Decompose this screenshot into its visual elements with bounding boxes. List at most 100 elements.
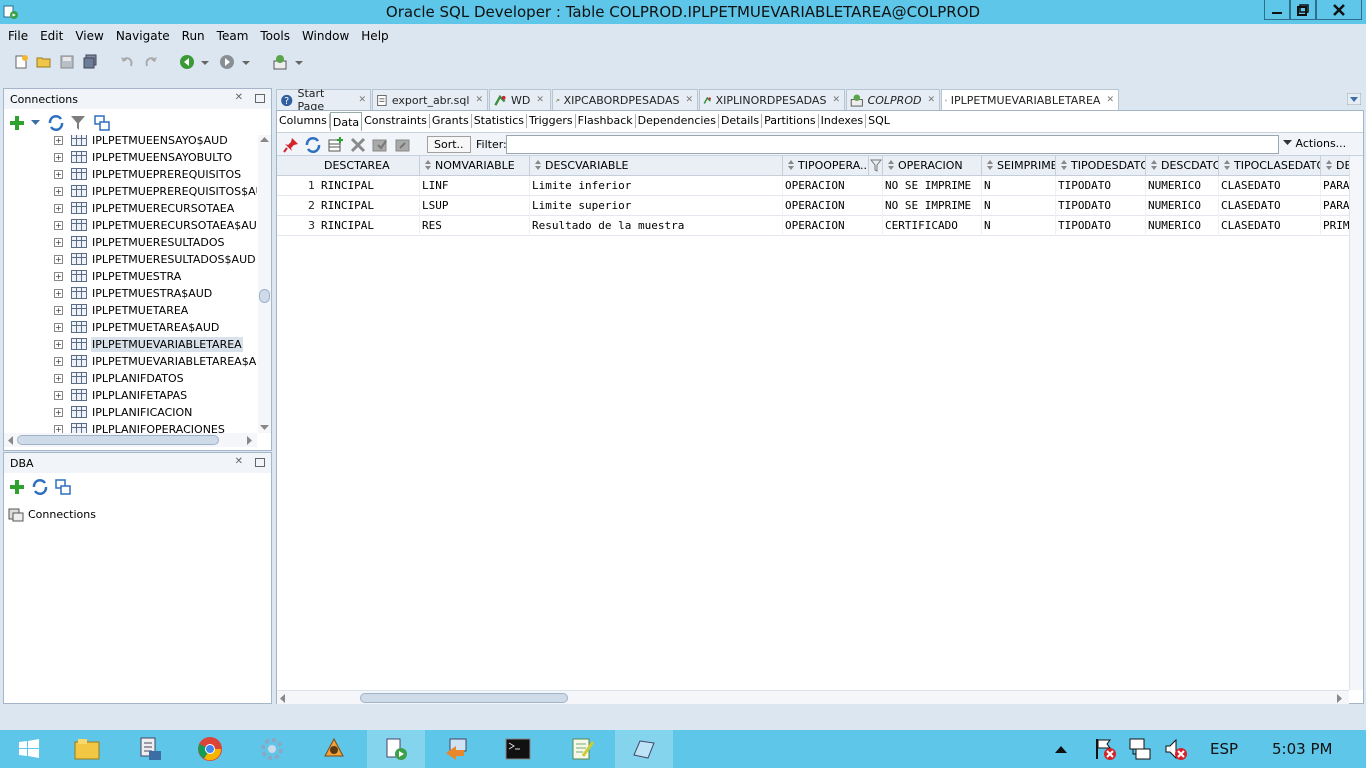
minimize-panel-icon[interactable] [255, 94, 265, 103]
column-header[interactable]: TIPOOPERA... [783, 156, 869, 176]
taskbar-chrome[interactable] [181, 730, 239, 768]
table-cell[interactable]: Limite superior [530, 196, 783, 216]
grid-horizontal-scrollbar[interactable] [277, 690, 1349, 704]
subtab-columns[interactable]: Columns [277, 114, 330, 128]
menu-team[interactable]: Team [212, 29, 254, 43]
forward-dropdown-icon[interactable] [241, 54, 251, 70]
table-cell[interactable]: PARA [1321, 196, 1349, 216]
table-cell[interactable]: CERTIFICADO [883, 216, 982, 236]
expand-node-icon[interactable]: + [54, 374, 63, 383]
taskbar-toad[interactable] [305, 730, 363, 768]
grid-hscroll-thumb[interactable] [360, 693, 568, 703]
table-cell[interactable]: NO SE IMPRIME [883, 196, 982, 216]
dba-connections-node[interactable]: Connections [8, 505, 96, 523]
tree-hscroll-thumb[interactable] [17, 435, 219, 445]
taskbar-notepad-editor[interactable] [553, 730, 611, 768]
subtab-statistics[interactable]: Statistics [472, 114, 527, 128]
undo-icon[interactable] [119, 54, 135, 70]
tree-item[interactable]: + IPLPLANIFOPERACIONES [4, 421, 257, 433]
column-header[interactable]: SEIMPRIME [982, 156, 1056, 176]
forward-icon[interactable] [219, 54, 235, 70]
table-cell[interactable]: Limite inferior [530, 176, 783, 196]
tree-item[interactable]: + IPLPLANIFICACION [4, 404, 257, 421]
tab-export-abr-sql[interactable]: export_abr.sql ✕ [372, 89, 488, 110]
new-icon[interactable] [13, 54, 29, 70]
save-icon[interactable] [59, 54, 75, 70]
back-dropdown-icon[interactable] [200, 54, 210, 70]
table-cell[interactable]: NUMERICO [1146, 216, 1219, 236]
show-hidden-icons-chevron-icon[interactable] [1055, 745, 1067, 753]
expand-node-icon[interactable]: + [54, 357, 63, 366]
tree-item[interactable]: + IPLPETMUESTRA [4, 268, 257, 285]
tab-iplpetmuevariabletarea[interactable]: IPLPETMUEVARIABLETAREA ✕ [941, 89, 1119, 110]
table-cell[interactable]: RES [420, 216, 530, 236]
close-tab-icon[interactable]: ✕ [358, 95, 366, 105]
column-filter-icon[interactable] [869, 156, 883, 176]
tree-item[interactable]: + IPLPETMUETAREA [4, 302, 257, 319]
table-cell[interactable]: PRIM [1321, 216, 1349, 236]
tree-item[interactable]: + IPLPETMUEPREREQUISITOS$AUD [4, 183, 257, 200]
table-row[interactable]: 3 RINCIPAL RES Resultado de la muestra O… [277, 216, 1349, 236]
tree-item[interactable]: + IPLPETMUEVARIABLETAREA$AUD [4, 353, 257, 370]
expand-node-icon[interactable]: + [54, 289, 63, 298]
tree-item[interactable]: + IPLPETMUERECURSOTAEA [4, 200, 257, 217]
table-row[interactable]: 2 RINCIPAL LSUP Limite superior OPERACIO… [277, 196, 1349, 216]
table-cell[interactable]: NO SE IMPRIME [883, 176, 982, 196]
table-cell[interactable]: CLASEDATO [1219, 196, 1321, 216]
tree-item[interactable]: + IPLPETMUEENSAYOBULTO [4, 149, 257, 166]
subtab-constraints[interactable]: Constraints [362, 114, 430, 128]
close-tab-icon[interactable]: ✕ [536, 95, 544, 105]
column-header[interactable]: OPERACION [883, 156, 982, 176]
scroll-up-icon[interactable] [260, 136, 269, 142]
save-all-icon[interactable] [82, 54, 98, 70]
expand-node-icon[interactable]: + [54, 425, 63, 433]
scroll-right-icon[interactable] [1337, 694, 1343, 703]
close-tab-icon[interactable]: ✕ [927, 95, 935, 105]
tree-item[interactable]: + IPLPETMUESTRA$AUD [4, 285, 257, 302]
table-cell[interactable]: N [982, 196, 1056, 216]
expand-node-icon[interactable]: + [54, 170, 63, 179]
table-cell[interactable]: N [982, 176, 1056, 196]
tab-list-dropdown-icon[interactable] [1347, 93, 1361, 105]
actions-button[interactable]: Actions... [1283, 137, 1346, 150]
tree-vscroll-thumb[interactable] [259, 289, 270, 303]
expand-node-icon[interactable]: + [54, 136, 63, 145]
expand-node-icon[interactable]: + [54, 391, 63, 400]
menu-window[interactable]: Window [297, 29, 354, 43]
table-row[interactable]: 1 RINCIPAL LINF Limite inferior OPERACIO… [277, 176, 1349, 196]
tab-xipcabordpesadas[interactable]: XIPCABORDPESADAS ✕ [552, 89, 698, 110]
menu-file[interactable]: File [3, 29, 33, 43]
tree-item[interactable]: + IPLPETMUEVARIABLETAREA [4, 336, 257, 353]
column-header[interactable]: DE [1321, 156, 1349, 176]
subtab-indexes[interactable]: Indexes [819, 114, 867, 128]
action-center-flag-icon[interactable] [1093, 737, 1117, 761]
taskbar-command-prompt[interactable] [489, 730, 547, 768]
subtab-sql[interactable]: SQL [866, 114, 892, 128]
taskbar-remote-desktop[interactable] [428, 730, 486, 768]
tab-xiplinordpesadas[interactable]: XIPLINORDPESADAS ✕ [699, 89, 845, 110]
expand-node-icon[interactable]: + [54, 272, 63, 281]
menu-navigate[interactable]: Navigate [111, 29, 175, 43]
subtab-partitions[interactable]: Partitions [762, 114, 819, 128]
clock[interactable]: 5:03 PM [1272, 740, 1332, 758]
column-header[interactable]: TIPOCLASEDATO [1219, 156, 1321, 176]
menu-run[interactable]: Run [177, 29, 210, 43]
close-panel-icon[interactable]: ✕ [235, 92, 243, 103]
table-cell[interactable]: OPERACION [783, 216, 883, 236]
expand-node-icon[interactable]: + [54, 255, 63, 264]
expand-node-icon[interactable]: + [54, 221, 63, 230]
table-cell[interactable]: TIPODATO [1056, 216, 1146, 236]
table-cell[interactable]: TIPODATO [1056, 176, 1146, 196]
table-cell[interactable]: OPERACION [783, 176, 883, 196]
insert-row-icon[interactable] [328, 137, 344, 153]
tree-item[interactable]: + IPLPETMUERESULTADOS$AUD [4, 251, 257, 268]
subtab-data[interactable]: Data [329, 111, 363, 131]
taskbar-server-manager[interactable] [120, 730, 178, 768]
table-cell[interactable]: LINF [420, 176, 530, 196]
close-button[interactable] [1316, 0, 1362, 20]
table-cell[interactable]: CLASEDATO [1219, 176, 1321, 196]
schema-browser-icon[interactable] [54, 478, 72, 496]
filter-input[interactable] [506, 135, 1279, 154]
column-header[interactable]: DESCVARIABLE [530, 156, 783, 176]
menu-help[interactable]: Help [356, 29, 393, 43]
